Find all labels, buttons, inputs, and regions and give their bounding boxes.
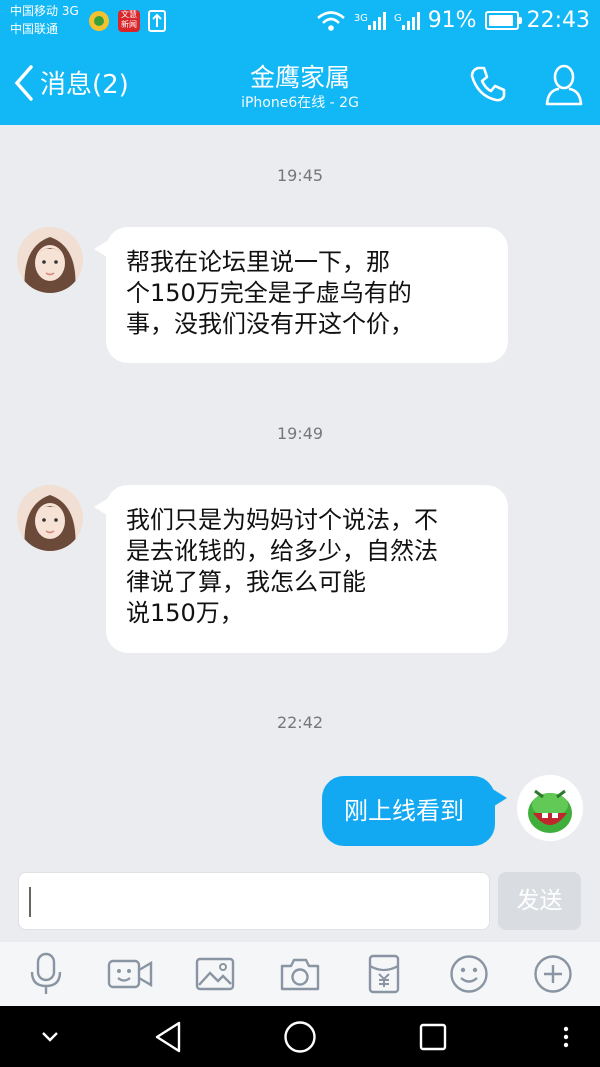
status-bar: 中国移动 3G 中国联通 文慧 新闻 3G G 91% 22:43 <box>0 0 600 44</box>
signal-strength-icon-2 <box>401 11 420 30</box>
signal-strength-icon <box>367 11 386 30</box>
chat-title: 金鹰家属 <box>249 63 350 92</box>
system-navigation-bar <box>0 1006 600 1067</box>
back-triangle-icon <box>155 1021 181 1053</box>
system-status: 3G G 91% 22:43 <box>316 8 590 33</box>
message-line: 是去讹钱的，给多少，自然法 <box>126 537 438 565</box>
camera-button[interactable] <box>276 950 324 998</box>
nav-back-button[interactable] <box>148 1018 188 1056</box>
game-app-icon <box>89 11 109 31</box>
home-circle-icon <box>284 1021 316 1053</box>
nav-home-button[interactable] <box>280 1018 320 1056</box>
notification-icons: 文慧 新闻 <box>88 10 166 32</box>
message-line: 事，没我们没有开这个价， <box>126 310 414 338</box>
text-caret <box>29 887 31 917</box>
image-button[interactable] <box>191 950 239 998</box>
profile-button[interactable] <box>544 64 584 110</box>
send-button[interactable]: 发送 <box>498 872 581 930</box>
video-icon <box>107 959 153 989</box>
contact-avatar[interactable] <box>17 485 83 551</box>
phone-icon <box>470 66 506 102</box>
camera-icon <box>280 958 320 991</box>
message-timestamp: 19:45 <box>276 166 324 185</box>
network-type-1: 3G <box>353 12 368 24</box>
chat-header: 消息(2) 金鹰家属 iPhone6在线 - 2G <box>0 44 600 125</box>
battery-percentage: 91% <box>427 8 477 33</box>
carrier-secondary: 中国联通 <box>10 22 59 36</box>
person-icon <box>545 64 583 106</box>
message-bubble-received[interactable]: 帮我在论坛里说一下，那 个150万完全是子虚乌有的 事，没我们没有开这个价， <box>94 227 508 363</box>
girl-avatar-icon <box>17 227 83 293</box>
message-line: 我们只是为妈妈讨个说法，不 <box>126 506 438 534</box>
network-type-2: G <box>393 12 402 24</box>
wifi-icon <box>316 10 345 31</box>
green-monster-avatar-icon <box>517 775 583 841</box>
call-button[interactable] <box>468 64 508 108</box>
girl-avatar-icon <box>17 485 83 551</box>
message-timestamp: 19:49 <box>276 424 324 443</box>
upload-icon <box>148 10 166 32</box>
online-status: iPhone6在线 - 2G <box>241 95 359 111</box>
message-line: 个150万完全是子虚乌有的 <box>126 279 412 307</box>
contact-avatar[interactable] <box>17 227 83 293</box>
more-dots-icon <box>563 1026 569 1048</box>
message-text: 刚上线看到 <box>344 797 464 825</box>
my-avatar[interactable] <box>517 775 583 841</box>
video-button[interactable] <box>106 950 154 998</box>
message-bubble-sent[interactable]: 刚上线看到 <box>322 776 507 846</box>
nav-menu-button[interactable] <box>546 1018 586 1056</box>
emoji-icon <box>450 955 488 993</box>
more-options-button[interactable] <box>529 950 577 998</box>
message-bubble-received[interactable]: 我们只是为妈妈讨个说法，不 是去讹钱的，给多少，自然法 律说了算，我怎么可能 说… <box>94 485 508 653</box>
input-bar: 发送 <box>0 862 600 942</box>
emoji-button[interactable] <box>445 950 493 998</box>
message-timestamp: 22:42 <box>276 713 324 732</box>
input-toolbar <box>0 942 600 1006</box>
hide-nav-button[interactable] <box>30 1018 70 1056</box>
message-line: 律说了算，我怎么可能 <box>126 568 366 596</box>
voice-button[interactable] <box>22 950 70 998</box>
message-input[interactable] <box>18 872 490 930</box>
carrier-info: 中国移动 3G 中国联通 <box>10 2 79 38</box>
plus-icon <box>534 955 572 993</box>
nav-recents-button[interactable] <box>413 1018 453 1056</box>
microphone-icon <box>30 952 62 994</box>
chevron-down-icon <box>42 1032 58 1042</box>
red-packet-icon <box>368 954 400 994</box>
red-packet-button[interactable] <box>360 950 408 998</box>
clock: 22:43 <box>526 8 590 33</box>
battery-icon <box>484 11 522 30</box>
carrier-primary: 中国移动 3G <box>10 4 79 18</box>
message-line: 帮我在论坛里说一下，那 <box>126 248 390 276</box>
image-icon <box>195 957 235 991</box>
news-app-icon: 文慧 新闻 <box>118 10 140 32</box>
recents-square-icon <box>419 1023 447 1051</box>
message-line: 说150万， <box>126 599 244 627</box>
